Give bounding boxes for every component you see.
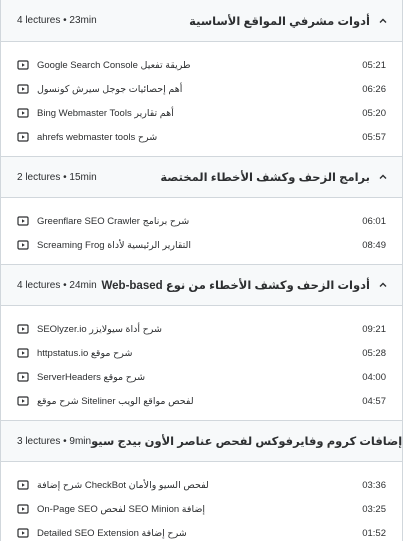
lecture-duration: 05:20 bbox=[362, 107, 386, 119]
lecture-duration: 06:26 bbox=[362, 83, 386, 95]
video-play-icon bbox=[17, 371, 29, 383]
section-title: برامج الزحف وكشف الأخطاء المختصة bbox=[160, 172, 370, 184]
lecture-item[interactable]: التقارير الرئيسية لأداة Screaming Frog 0… bbox=[1, 233, 402, 257]
lecture-title: لفحص السيو والأمان CheckBot شرح إضافة bbox=[37, 479, 209, 491]
video-play-icon bbox=[17, 323, 29, 335]
lecture-duration: 09:21 bbox=[362, 323, 386, 335]
lecture-title: لفحص مواقع الويب Siteliner شرح موقع bbox=[37, 395, 194, 407]
lecture-item[interactable]: شرح موقع ServerHeaders 04:00 bbox=[1, 365, 402, 389]
video-play-icon bbox=[17, 527, 29, 539]
lecture-title: التقارير الرئيسية لأداة Screaming Frog bbox=[37, 239, 192, 251]
section-title: أدوات مشرفي المواقع الأساسية bbox=[189, 15, 370, 28]
section: 4 lectures • 24min أدوات الزحف وكشف الأخ… bbox=[1, 264, 402, 420]
video-play-icon bbox=[17, 83, 29, 95]
video-play-icon bbox=[17, 131, 29, 143]
lecture-duration: 05:57 bbox=[362, 131, 386, 143]
section-title: أدوات الزحف وكشف الأخطاء من نوع Web-base… bbox=[101, 280, 370, 292]
lecture-duration: 05:21 bbox=[362, 59, 386, 71]
video-play-icon bbox=[17, 59, 29, 71]
lecture-duration: 04:00 bbox=[362, 371, 386, 383]
video-play-icon bbox=[17, 215, 29, 227]
chevron-up-icon[interactable] bbox=[378, 280, 388, 290]
lecture-item[interactable]: شرح موقع httpstatus.io 05:28 bbox=[1, 341, 402, 365]
lecture-title: أهم إحصائيات جوجل سيرش كونسول bbox=[37, 83, 183, 95]
lecture-title: شرح موقع ServerHeaders bbox=[37, 371, 146, 383]
lecture-title: أهم تقارير Bing Webmaster Tools bbox=[37, 107, 174, 119]
lecture-duration: 06:01 bbox=[362, 215, 386, 227]
section: 3 lectures • 9min إضافات كروم وفايرفوكس … bbox=[1, 420, 402, 541]
section-header[interactable]: 2 lectures • 15min برامج الزحف وكشف الأخ… bbox=[1, 156, 402, 198]
video-play-icon bbox=[17, 503, 29, 515]
lecture-item[interactable]: إضافة SEO Minion لفحص On-Page SEO 03:25 bbox=[1, 497, 402, 521]
course-curriculum: 4 lectures • 23min أدوات مشرفي المواقع ا… bbox=[0, 0, 403, 541]
section: 4 lectures • 23min أدوات مشرفي المواقع ا… bbox=[1, 0, 402, 156]
lecture-title: إضافة SEO Minion لفحص On-Page SEO bbox=[37, 503, 206, 515]
chevron-up-icon[interactable] bbox=[378, 16, 388, 26]
lecture-list: طريقة تفعيل Google Search Console 05:21 … bbox=[1, 42, 402, 156]
lecture-item[interactable]: لفحص السيو والأمان CheckBot شرح إضافة 03… bbox=[1, 473, 402, 497]
lecture-duration: 04:57 bbox=[362, 395, 386, 407]
lecture-duration: 03:36 bbox=[362, 479, 386, 491]
lecture-item[interactable]: أهم تقارير Bing Webmaster Tools 05:20 bbox=[1, 101, 402, 125]
lecture-item[interactable]: شرح برنامج Greenflare SEO Crawler 06:01 bbox=[1, 209, 402, 233]
video-play-icon bbox=[17, 347, 29, 359]
section-meta: 4 lectures • 24min bbox=[17, 279, 97, 291]
lecture-list: شرح برنامج Greenflare SEO Crawler 06:01 … bbox=[1, 198, 402, 264]
lecture-duration: 03:25 bbox=[362, 503, 386, 515]
section-header[interactable]: 4 lectures • 23min أدوات مشرفي المواقع ا… bbox=[1, 0, 402, 42]
section-header[interactable]: 3 lectures • 9min إضافات كروم وفايرفوكس … bbox=[1, 420, 402, 462]
lecture-title: شرح برنامج Greenflare SEO Crawler bbox=[37, 215, 190, 227]
lecture-duration: 08:49 bbox=[362, 239, 386, 251]
lecture-item[interactable]: شرح إضافة Detailed SEO Extension 01:52 bbox=[1, 521, 402, 541]
lecture-duration: 05:28 bbox=[362, 347, 386, 359]
section-title: إضافات كروم وفايرفوكس لفحص عناصر الأون ب… bbox=[91, 436, 403, 448]
chevron-up-icon[interactable] bbox=[378, 172, 388, 182]
video-play-icon bbox=[17, 107, 29, 119]
section-header[interactable]: 4 lectures • 24min أدوات الزحف وكشف الأخ… bbox=[1, 264, 402, 306]
video-play-icon bbox=[17, 239, 29, 251]
lecture-list: شرح أداة سيولايزر SEOlyzer.io 09:21 شرح … bbox=[1, 306, 402, 420]
lecture-title: شرح أداة سيولايزر SEOlyzer.io bbox=[37, 323, 163, 335]
lecture-item[interactable]: شرح أداة سيولايزر SEOlyzer.io 09:21 bbox=[1, 317, 402, 341]
video-play-icon bbox=[17, 395, 29, 407]
section: 2 lectures • 15min برامج الزحف وكشف الأخ… bbox=[1, 156, 402, 264]
lecture-item[interactable]: طريقة تفعيل Google Search Console 05:21 bbox=[1, 53, 402, 77]
section-meta: 2 lectures • 15min bbox=[17, 171, 97, 183]
lecture-item[interactable]: لفحص مواقع الويب Siteliner شرح موقع 04:5… bbox=[1, 389, 402, 413]
section-meta: 3 lectures • 9min bbox=[17, 435, 92, 447]
lecture-duration: 01:52 bbox=[362, 527, 386, 539]
section-meta: 4 lectures • 23min bbox=[17, 15, 97, 26]
lecture-item[interactable]: شرح ahrefs webmaster tools 05:57 bbox=[1, 125, 402, 149]
lecture-title: شرح ahrefs webmaster tools bbox=[37, 131, 158, 143]
lecture-item[interactable]: أهم إحصائيات جوجل سيرش كونسول 06:26 bbox=[1, 77, 402, 101]
lecture-title: شرح إضافة Detailed SEO Extension bbox=[37, 527, 187, 539]
lecture-title: شرح موقع httpstatus.io bbox=[37, 347, 133, 359]
lecture-title: طريقة تفعيل Google Search Console bbox=[37, 59, 191, 71]
video-play-icon bbox=[17, 479, 29, 491]
lecture-list: لفحص السيو والأمان CheckBot شرح إضافة 03… bbox=[1, 462, 402, 541]
